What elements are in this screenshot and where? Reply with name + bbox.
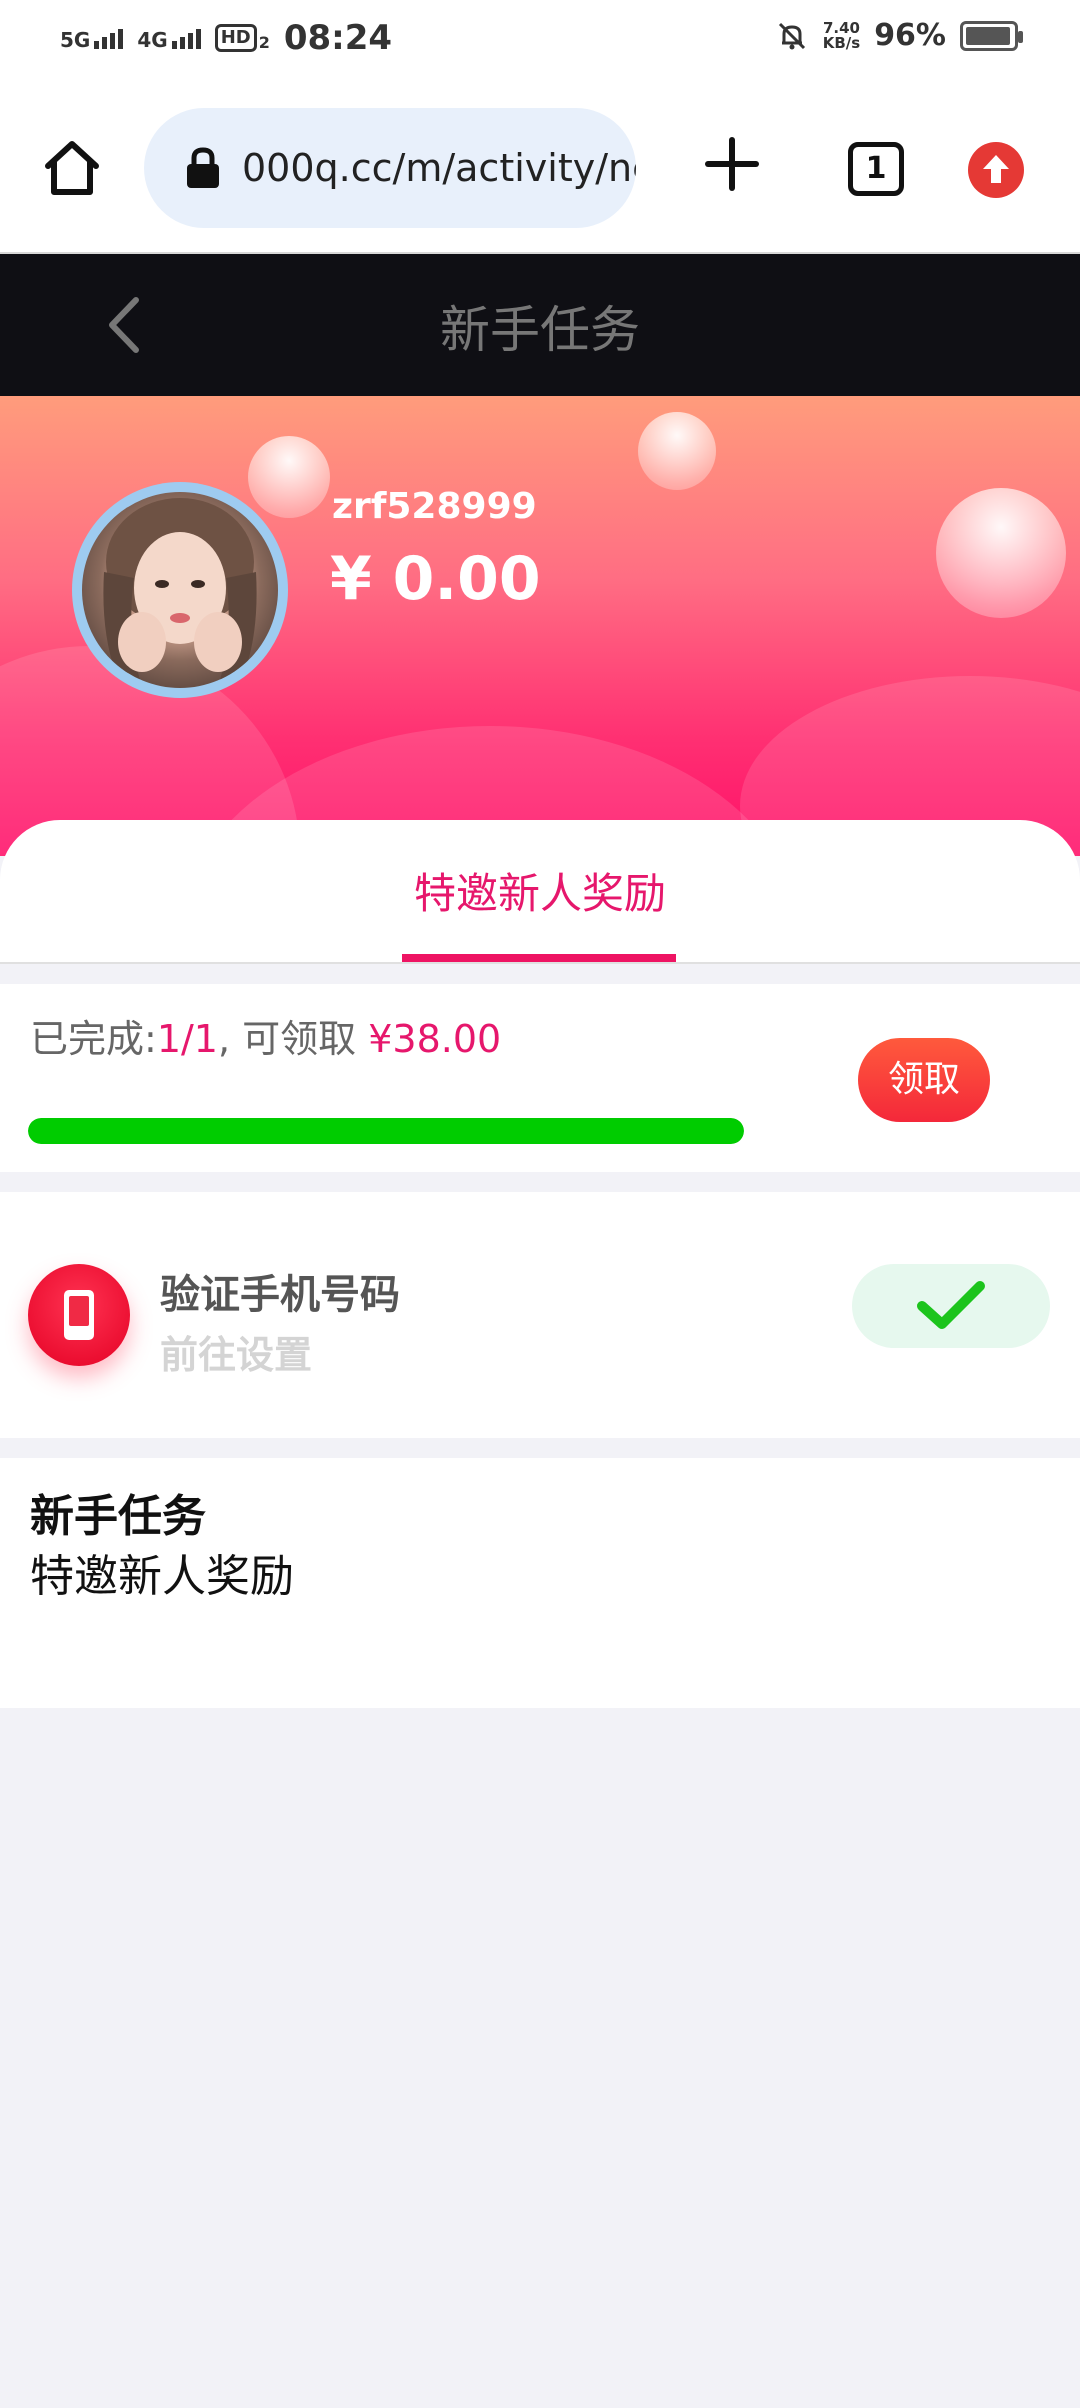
home-icon[interactable] xyxy=(40,136,104,200)
description-card: 新手任务 特邀新人奖励 xyxy=(0,1458,1080,1708)
page-header: 新手任务 xyxy=(0,254,1080,396)
task-title: 验证手机号码 xyxy=(160,1272,400,1318)
tab-indicator xyxy=(402,954,676,962)
tab-bar: 特邀新人奖励 xyxy=(0,820,1080,964)
signal-5g: 5G xyxy=(60,27,124,52)
lock-icon xyxy=(187,147,219,188)
progress-count: 1/1 xyxy=(156,1017,218,1061)
arrow-up-icon xyxy=(983,155,1009,183)
claim-button[interactable]: 领取 xyxy=(858,1038,990,1122)
progress-bar xyxy=(28,1118,744,1144)
balance: ¥ 0.00 xyxy=(330,544,541,614)
decor-bubble xyxy=(638,412,716,490)
clock: 08:24 xyxy=(283,18,393,58)
network-speed: 7.40 KB/s xyxy=(822,20,861,52)
progress-summary: 已完成:1/1, 可领取 ¥38.00 xyxy=(30,1008,501,1063)
address-bar[interactable]: 000q.cc/m/activity/ne xyxy=(144,108,636,228)
reward-amount: ¥38.00 xyxy=(368,1017,502,1061)
phone-icon xyxy=(28,1264,130,1366)
progress-card: 已完成:1/1, 可领取 ¥38.00 领取 xyxy=(0,984,1080,1172)
task-status-button[interactable] xyxy=(852,1264,1050,1348)
task-subtitle[interactable]: 前往设置 xyxy=(160,1324,312,1379)
hd-sub: 2 xyxy=(258,33,270,52)
upload-icon[interactable] xyxy=(968,142,1024,198)
url-text: 000q.cc/m/activity/ne xyxy=(242,146,636,190)
speed-unit: KB/s xyxy=(822,33,861,52)
checkmark-icon xyxy=(917,1281,985,1329)
description-text: 特邀新人奖励 xyxy=(30,1551,294,1602)
username: zrf528999 xyxy=(332,486,537,527)
network-label: 5G xyxy=(60,28,91,52)
avatar-image xyxy=(82,492,278,688)
portrait-icon xyxy=(103,498,257,688)
signal-4g: 4G xyxy=(137,27,201,52)
hd-icon: HD 2 xyxy=(214,24,270,52)
avatar[interactable] xyxy=(72,482,288,698)
signal-icon xyxy=(171,27,201,49)
decor-bubble xyxy=(248,436,330,518)
progress-middle: , 可领取 xyxy=(217,1017,369,1061)
profile-banner: zrf528999 ¥ 0.00 xyxy=(0,396,1080,856)
tab-invite-reward[interactable]: 特邀新人奖励 xyxy=(0,860,1080,921)
network-label: 4G xyxy=(137,28,168,52)
progress-prefix: 已完成: xyxy=(30,1017,157,1061)
description-title: 新手任务 xyxy=(30,1491,206,1542)
progress-fill xyxy=(28,1118,744,1144)
battery-fill xyxy=(966,26,1011,45)
signal-icon xyxy=(94,27,124,49)
status-right: 7.40 KB/s 96% xyxy=(775,18,1023,53)
hd-label: HD xyxy=(214,24,257,52)
bell-off-icon xyxy=(778,22,805,49)
status-left: 5G 4G HD 2 08:24 xyxy=(60,18,392,58)
tabs-icon[interactable]: 1 xyxy=(848,142,904,196)
battery-percent: 96% xyxy=(874,18,946,53)
browser-toolbar: 000q.cc/m/activity/ne 1 xyxy=(0,84,1080,254)
status-bar: 5G 4G HD 2 08:24 7.40 KB/s 96% xyxy=(0,0,1080,84)
battery-icon xyxy=(960,20,1023,51)
plus-icon[interactable] xyxy=(704,136,760,192)
task-item[interactable]: 验证手机号码 前往设置 xyxy=(0,1192,1080,1438)
decor-bubble xyxy=(936,488,1066,618)
page-title: 新手任务 xyxy=(440,301,640,359)
phone-glyph xyxy=(64,1290,94,1340)
